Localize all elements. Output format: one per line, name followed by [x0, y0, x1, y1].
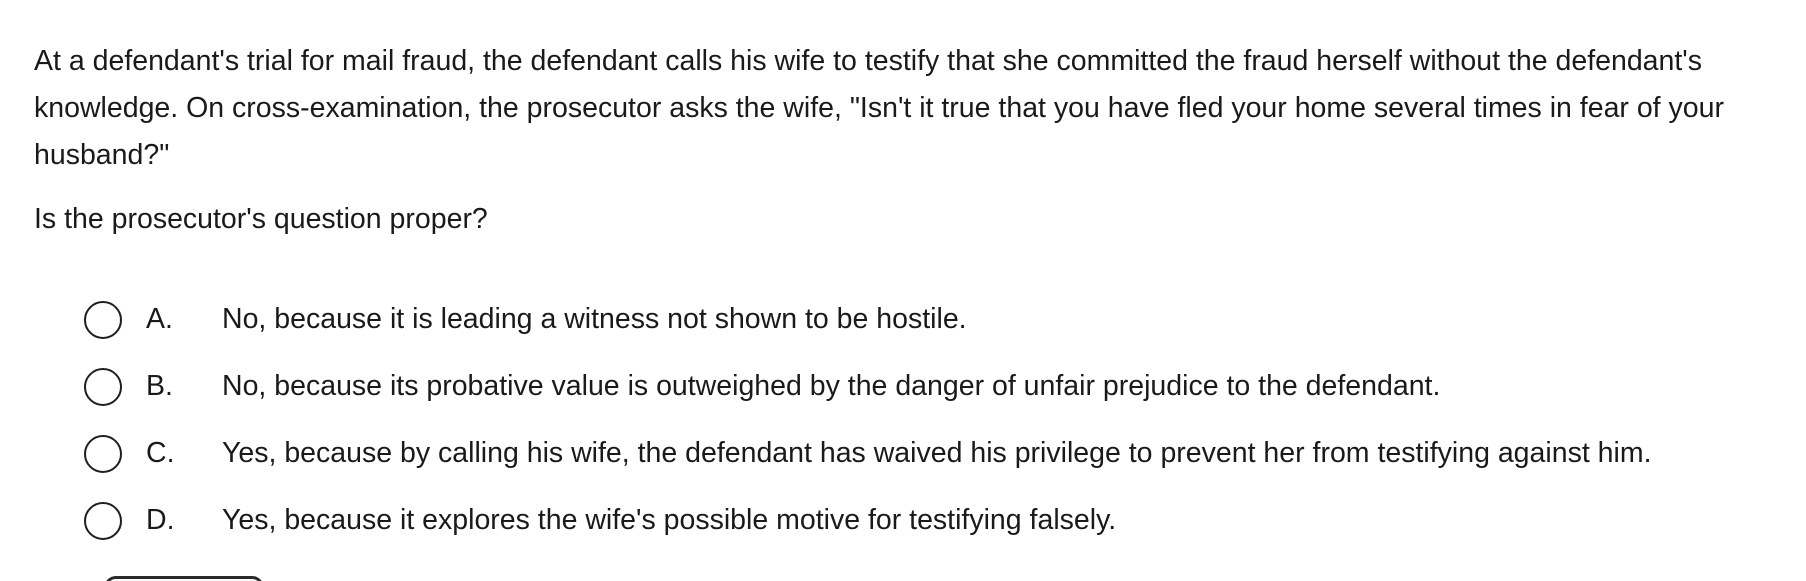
choice-text-b: No, because its probative value is outwe…	[222, 370, 1441, 402]
question-stem: At a defendant's trial for mail fraud, t…	[34, 45, 1724, 171]
radio-button-c[interactable]	[84, 434, 122, 473]
question-prompt: Is the prosecutor's question proper?	[34, 203, 488, 235]
radio-button-b[interactable]	[84, 367, 122, 406]
partial-button-top[interactable]	[104, 576, 264, 581]
choice-text-d: Yes, because it explores the wife's poss…	[222, 504, 1117, 536]
choice-letter-c: C.	[146, 437, 175, 469]
choice-d[interactable]: D. Yes, because it explores the wife's p…	[84, 487, 1652, 554]
answer-choices: A. No, because it is leading a witness n…	[84, 286, 1652, 554]
radio-button-a[interactable]	[84, 300, 122, 339]
choice-c[interactable]: C. Yes, because by calling his wife, the…	[84, 420, 1652, 487]
question-block: At a defendant's trial for mail fraud, t…	[34, 38, 1794, 239]
choice-letter-d: D.	[146, 504, 175, 536]
choice-letter-a: A.	[146, 303, 173, 335]
choice-a[interactable]: A. No, because it is leading a witness n…	[84, 286, 1652, 353]
choice-text-a: No, because it is leading a witness not …	[222, 303, 967, 335]
radio-button-d[interactable]	[84, 501, 122, 540]
choice-letter-b: B.	[146, 370, 173, 402]
choice-text-c: Yes, because by calling his wife, the de…	[222, 437, 1652, 469]
choice-b[interactable]: B. No, because its probative value is ou…	[84, 353, 1652, 420]
